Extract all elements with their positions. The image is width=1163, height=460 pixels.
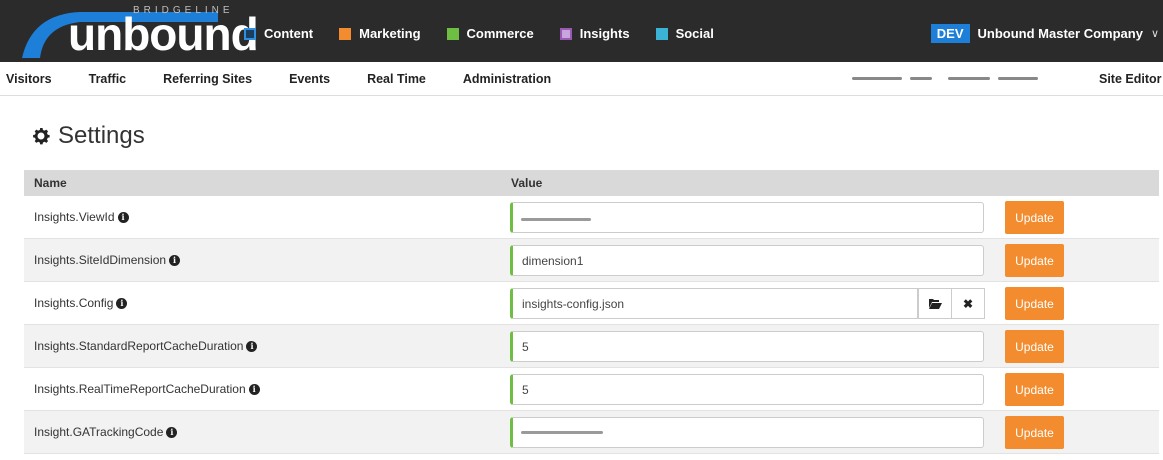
info-icon[interactable]: i	[166, 426, 178, 438]
main-nav-label: Insights	[579, 26, 630, 41]
content-swatch-icon	[244, 27, 256, 40]
sub-nav-administration[interactable]: Administration	[463, 72, 551, 86]
main-nav-item-social[interactable]: Social	[655, 26, 714, 41]
update-button[interactable]: Update	[1005, 330, 1064, 363]
unbound-logo[interactable]: BRIDGELINE unbound	[18, 4, 259, 60]
environment-badge: DEV	[930, 24, 970, 43]
sub-nav-referring-sites[interactable]: Referring Sites	[163, 72, 252, 86]
site-editor-link[interactable]: Site Editor	[1099, 72, 1162, 86]
setting-name-text: Insights.RealTimeReportCacheDuration	[34, 382, 246, 396]
sub-nav-visitors[interactable]: Visitors	[6, 72, 52, 86]
sub-nav-events[interactable]: Events	[289, 72, 330, 86]
setting-value-input[interactable]	[510, 288, 918, 319]
info-icon[interactable]: i	[169, 254, 181, 266]
main-nav-item-commerce[interactable]: Commerce	[446, 26, 534, 41]
commerce-swatch-icon	[446, 27, 459, 40]
setting-name-text: Insights.StandardReportCacheDuration	[34, 339, 244, 353]
main-nav-label: Content	[264, 26, 314, 41]
header-value: Value	[511, 176, 543, 190]
user-email-redacted[interactable]	[852, 72, 1038, 86]
logo-wordmark: unbound	[68, 8, 259, 60]
insights-swatch-icon	[559, 27, 572, 40]
sub-nav: Visitors Traffic Referring Sites Events …	[0, 62, 1163, 96]
redacted-value	[521, 218, 591, 221]
setting-name: Insights.SiteIdDimension i	[34, 253, 181, 267]
page-title-text: Settings	[58, 122, 145, 149]
table-row: Insights.ViewId i Update	[24, 196, 1159, 239]
header-name: Name	[34, 176, 67, 190]
social-swatch-icon	[655, 27, 668, 40]
update-button[interactable]: Update	[1005, 244, 1064, 277]
table-row: Insights.StandardReportCacheDuration i U…	[24, 325, 1159, 368]
setting-name: Insights.ViewId i	[34, 210, 129, 224]
table-header: Name Value	[24, 170, 1159, 196]
sub-nav-real-time[interactable]: Real Time	[367, 72, 426, 86]
marketing-swatch-icon	[339, 27, 352, 40]
main-nav-label: Social	[675, 26, 714, 41]
setting-name: Insight.GATrackingCode i	[34, 425, 178, 439]
update-button[interactable]: Update	[1005, 201, 1064, 234]
company-name: Unbound Master Company	[977, 26, 1143, 41]
table-row: Insight.GATrackingCode i Update	[24, 411, 1159, 454]
setting-name: Insights.StandardReportCacheDuration i	[34, 339, 258, 353]
sub-nav-traffic[interactable]: Traffic	[89, 72, 127, 86]
page-title: Settings	[30, 122, 145, 150]
gear-icon	[33, 128, 50, 145]
top-bar: BRIDGELINE unbound Content Marketing Com…	[0, 0, 1163, 62]
main-nav-label: Commerce	[466, 26, 534, 41]
sub-nav-links: Visitors Traffic Referring Sites Events …	[6, 72, 588, 86]
update-button[interactable]: Update	[1005, 416, 1064, 449]
info-icon[interactable]: i	[116, 297, 128, 309]
setting-name-text: Insights.ViewId	[34, 210, 115, 224]
setting-name-text: Insights.SiteIdDimension	[34, 253, 167, 267]
setting-value-input[interactable]	[510, 331, 984, 362]
main-nav-item-content[interactable]: Content	[244, 26, 313, 41]
update-button[interactable]: Update	[1005, 373, 1064, 406]
main-nav: Content Marketing Commerce Insights Soci…	[244, 26, 714, 41]
info-icon[interactable]: i	[248, 383, 260, 395]
setting-name: Insights.RealTimeReportCacheDuration i	[34, 382, 260, 396]
setting-value-input[interactable]	[510, 374, 984, 405]
update-button[interactable]: Update	[1005, 287, 1064, 320]
table-row: Insights.Config i ✖ Update	[24, 282, 1159, 325]
main-nav-label: Marketing	[359, 26, 421, 41]
setting-name-text: Insights.Config	[34, 296, 114, 310]
main-nav-item-marketing[interactable]: Marketing	[339, 26, 421, 41]
chevron-down-icon: ∨	[1150, 28, 1159, 40]
company-switcher[interactable]: DEV Unbound Master Company ∨	[930, 24, 1159, 43]
close-icon[interactable]: ✖	[951, 288, 985, 319]
info-icon[interactable]: i	[117, 211, 129, 223]
settings-table: Name Value Insights.ViewId i Update Insi…	[24, 170, 1159, 454]
folder-open-icon[interactable]	[918, 288, 952, 319]
setting-name-text: Insight.GATrackingCode	[34, 425, 164, 439]
setting-value-input[interactable]	[510, 245, 984, 276]
table-row: Insights.RealTimeReportCacheDuration i U…	[24, 368, 1159, 411]
table-row: Insights.SiteIdDimension i Update	[24, 239, 1159, 282]
redacted-value	[521, 431, 603, 434]
main-nav-item-insights[interactable]: Insights	[559, 26, 630, 41]
info-icon[interactable]: i	[246, 340, 258, 352]
setting-name: Insights.Config i	[34, 296, 128, 310]
